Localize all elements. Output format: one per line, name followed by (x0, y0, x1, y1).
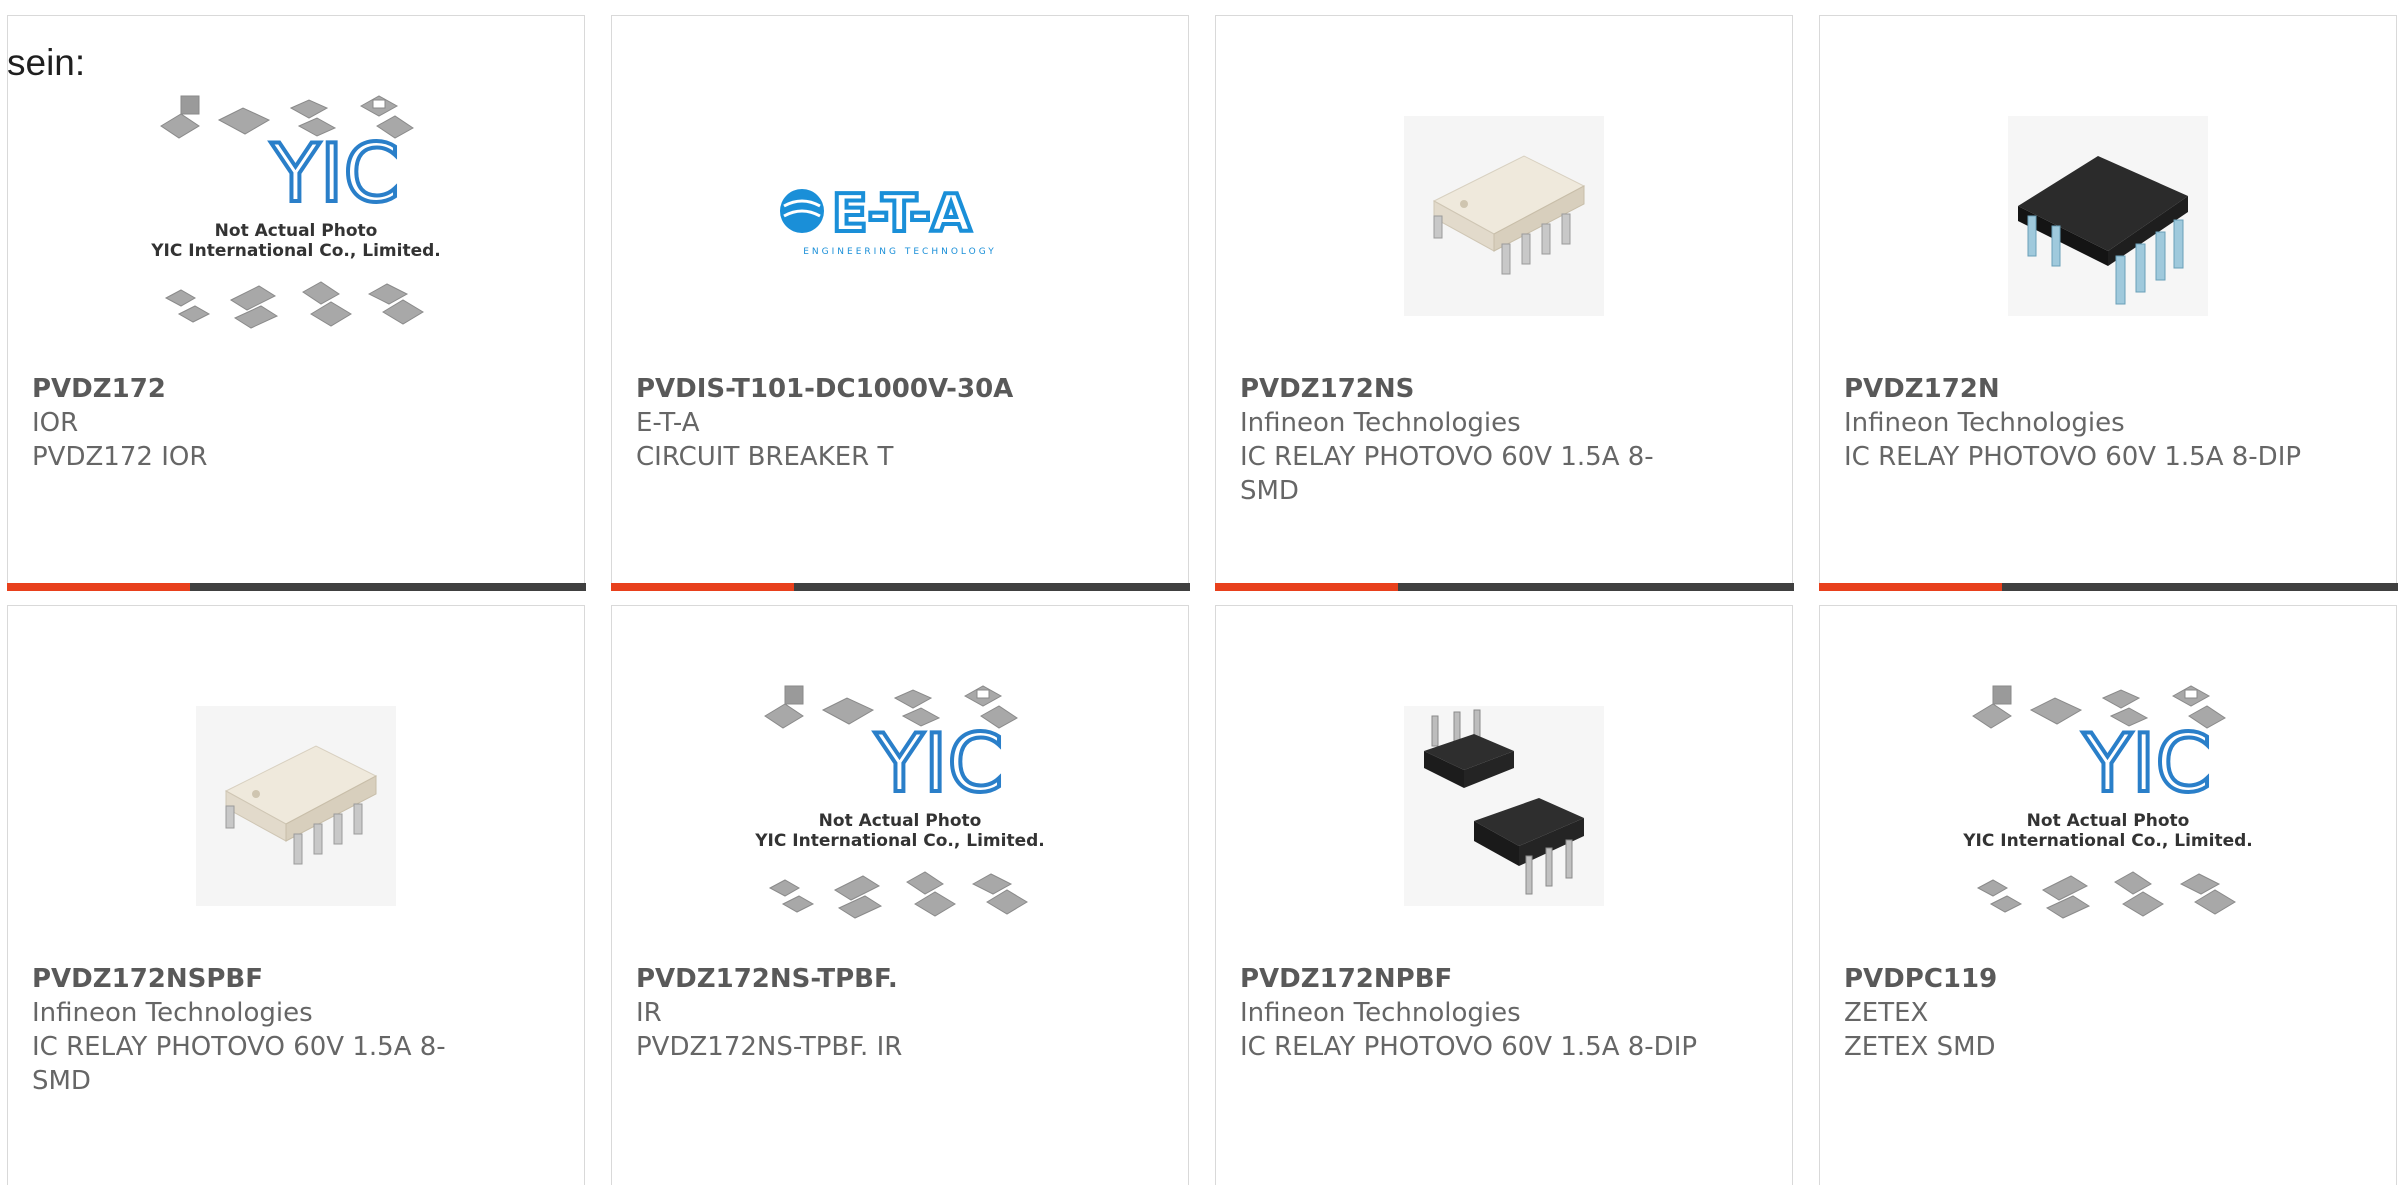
svg-text:Not Actual Photo: Not Actual Photo (819, 811, 982, 831)
yic-placeholder-icon: YIC Not Actual Photo YIC International C… (1963, 685, 2253, 919)
svg-text:ENGINEERING TECHNOLOGY: ENGINEERING TECHNOLOGY (803, 247, 996, 257)
product-manufacturer: Infineon Technologies (1240, 998, 1521, 1028)
card-bar-accent (1214, 582, 1398, 591)
product-description: PVDZ172NS-TPBF. IR (636, 1032, 903, 1062)
product-image[interactable]: YIC Not Actual Photo YIC International C… (612, 656, 1188, 956)
product-manufacturer: Infineon Technologies (1240, 408, 1521, 438)
product-name[interactable]: PVDZ172NS-TPBF. (636, 964, 898, 994)
product-card[interactable]: YIC Not Actual Photo YIC International C… (1819, 605, 2397, 1185)
product-description: PVDZ172 IOR (32, 442, 208, 472)
product-name[interactable]: PVDZ172 (32, 374, 166, 404)
card-bar-accent (6, 582, 190, 591)
product-manufacturer: IOR (32, 408, 79, 438)
product-manufacturer: Infineon Technologies (1844, 408, 2125, 438)
product-description: IC RELAY PHOTOVO 60V 1.5A 8-DIP (1844, 442, 2302, 472)
product-name[interactable]: PVDZ172NSPBF (32, 964, 263, 994)
product-description: IC RELAY PHOTOVO 60V 1.5A 8-SMD (32, 1032, 446, 1096)
product-card[interactable]: PVDZ172NPBF Infineon Technologies IC REL… (1215, 605, 1793, 1185)
product-name[interactable]: PVDZ172NS (1240, 374, 1414, 404)
product-info: PVDZ172NS-TPBF. IR PVDZ172NS-TPBF. IR (636, 962, 1096, 1064)
product-image[interactable] (1820, 66, 2396, 366)
product-image[interactable]: YIC Not Actual Photo YIC International C… (1820, 656, 2396, 956)
product-name[interactable]: PVDZ172NPBF (1240, 964, 1452, 994)
yic-placeholder-icon: YIC Not Actual Photo YIC International C… (755, 685, 1045, 919)
product-description: ZETEX SMD (1844, 1032, 1996, 1062)
product-card[interactable]: PVDZ172N Infineon Technologies IC RELAY … (1818, 15, 2398, 591)
product-description: CIRCUIT BREAKER T (636, 442, 894, 472)
product-name[interactable]: PVDPC119 (1844, 964, 1997, 994)
card-bar-accent (610, 582, 794, 591)
product-card[interactable]: PVDZ172NSPBF Infineon Technologies IC RE… (7, 605, 585, 1185)
smd-chip-icon (1404, 116, 1604, 316)
product-grid: YIC Not Actual Photo YIC International C… (0, 0, 2400, 1185)
svg-text:Not Actual Photo: Not Actual Photo (215, 221, 378, 241)
svg-text:YIC: YIC (874, 717, 1003, 810)
product-image[interactable] (8, 656, 584, 956)
yic-placeholder-icon: YIC Not Actual Photo YIC International C… (151, 95, 441, 329)
product-manufacturer: IR (636, 998, 662, 1028)
smd-chip-icon (196, 706, 396, 906)
product-info: PVDZ172N Infineon Technologies IC RELAY … (1844, 372, 2304, 474)
product-image[interactable]: E-T-A ENGINEERING TECHNOLOGY (612, 66, 1188, 366)
product-image[interactable]: YIC Not Actual Photo YIC International C… (8, 66, 584, 366)
card-bar (610, 582, 1190, 591)
card-bar (1818, 582, 2398, 591)
svg-text:YIC: YIC (270, 127, 399, 220)
svg-text:YIC International Co., Limited: YIC International Co., Limited. (1963, 831, 2253, 851)
product-card[interactable]: E-T-A ENGINEERING TECHNOLOGY PVDIS-T101-… (610, 15, 1190, 591)
svg-text:YIC International Co., Limited: YIC International Co., Limited. (755, 831, 1045, 851)
card-bar (6, 582, 586, 591)
product-description: IC RELAY PHOTOVO 60V 1.5A 8-DIP (1240, 1032, 1698, 1062)
svg-text:E-T-A: E-T-A (832, 184, 971, 244)
svg-text:Not Actual Photo: Not Actual Photo (2027, 811, 2190, 831)
product-manufacturer: E-T-A (636, 408, 700, 438)
product-info: PVDZ172NSPBF Infineon Technologies IC RE… (32, 962, 492, 1098)
product-image[interactable] (1216, 656, 1792, 956)
dip-chip-icon (2008, 116, 2208, 316)
product-name[interactable]: PVDIS-T101-DC1000V-30A (636, 374, 1013, 404)
card-bar-accent (1818, 582, 2002, 591)
dip-chip-pair-icon (1404, 706, 1604, 906)
product-card[interactable]: PVDZ172NS Infineon Technologies IC RELAY… (1214, 15, 1794, 591)
product-card[interactable]: YIC Not Actual Photo YIC International C… (611, 605, 1189, 1185)
lead-text: sein: (7, 42, 86, 83)
product-info: PVDZ172NS Infineon Technologies IC RELAY… (1240, 372, 1700, 508)
product-info: PVDZ172 IOR PVDZ172 IOR (32, 372, 492, 474)
product-card[interactable]: YIC Not Actual Photo YIC International C… (6, 15, 586, 591)
product-info: PVDIS-T101-DC1000V-30A E-T-A CIRCUIT BRE… (636, 372, 1096, 474)
product-manufacturer: ZETEX (1844, 998, 1929, 1028)
svg-text:YIC: YIC (2082, 717, 2211, 810)
product-description: IC RELAY PHOTOVO 60V 1.5A 8-SMD (1240, 442, 1654, 506)
product-name[interactable]: PVDZ172N (1844, 374, 2000, 404)
product-manufacturer: Infineon Technologies (32, 998, 313, 1028)
eta-logo-icon: E-T-A ENGINEERING TECHNOLOGY (780, 182, 996, 257)
card-bar (1214, 582, 1794, 591)
product-info: PVDZ172NPBF Infineon Technologies IC REL… (1240, 962, 1700, 1064)
product-image[interactable] (1216, 66, 1792, 366)
svg-text:YIC International Co., Limited: YIC International Co., Limited. (151, 241, 441, 261)
product-info: PVDPC119 ZETEX ZETEX SMD (1844, 962, 2304, 1064)
